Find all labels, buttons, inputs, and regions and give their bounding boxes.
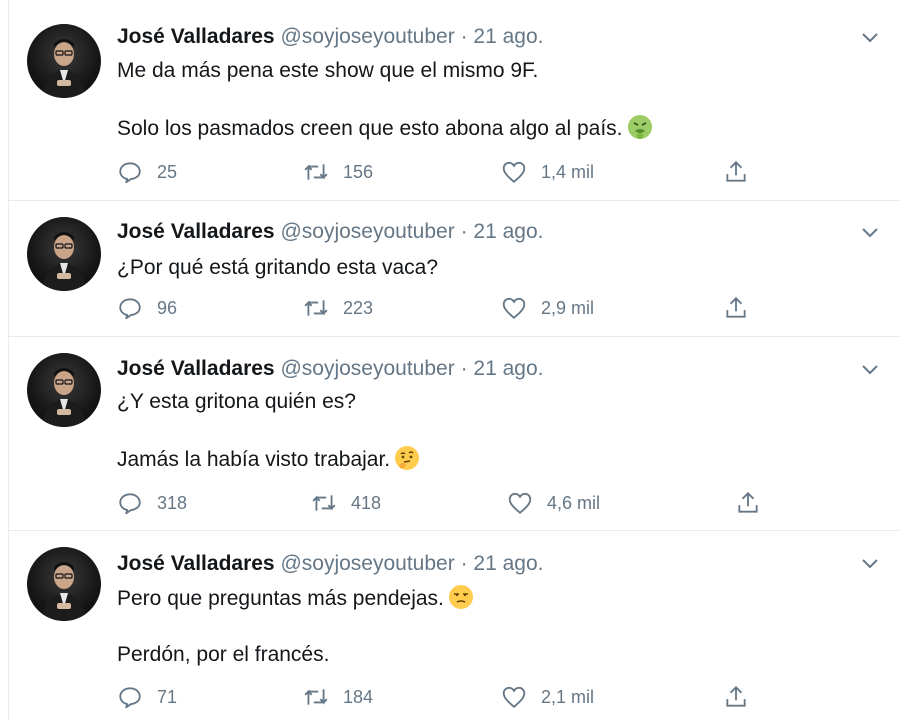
like-count: 4,6 mil [547, 492, 601, 513]
tweet-header: José Valladares @soyjoseyoutuber · 21 ag… [117, 551, 543, 577]
retweet-icon [304, 164, 328, 180]
tweet-paragraph-with-emoji: Pero que preguntas más pendejas. [117, 584, 474, 612]
heart-icon [502, 297, 526, 319]
like-button[interactable]: 2,9 mil [501, 293, 594, 323]
tweet[interactable]: José Valladares @soyjoseyoutuber · 21 ag… [8, 200, 900, 337]
chevron-down-icon[interactable] [860, 223, 880, 243]
tweet-paragraph: Jamás la había visto trabajar. [117, 448, 391, 471]
chevron-down-icon[interactable] [860, 554, 880, 574]
avatar[interactable] [27, 547, 101, 621]
retweet-count: 418 [351, 492, 382, 513]
share-icon [726, 296, 746, 318]
share-button[interactable] [735, 488, 761, 518]
reply-icon [119, 687, 141, 709]
reply-icon [119, 298, 141, 320]
reply-count: 25 [157, 161, 178, 182]
share-icon [726, 160, 746, 182]
reply-count: 318 [157, 492, 188, 513]
avatar[interactable] [27, 353, 101, 427]
like-count: 1,4 mil [541, 161, 595, 182]
separator-dot: · [460, 25, 468, 48]
tweet-header: José Valladares @soyjoseyoutuber · 21 ag… [117, 24, 543, 50]
tweet-date[interactable]: 21 ago. [473, 552, 543, 575]
like-button[interactable]: 1,4 mil [501, 157, 594, 187]
tweet-header: José Valladares @soyjoseyoutuber · 21 ag… [117, 356, 543, 382]
retweet-button[interactable]: 418 [311, 488, 381, 518]
like-button[interactable]: 4,6 mil [507, 488, 600, 518]
like-button[interactable]: 2,1 mil [501, 682, 594, 712]
tweet-actions: 96 223 2,9 mil [117, 293, 757, 323]
share-button[interactable] [723, 682, 749, 712]
reply-count: 96 [157, 297, 178, 318]
tweet-paragraph: ¿Por qué está gritando esta vaca? [117, 256, 439, 279]
author-handle[interactable]: @soyjoseyoutuber [280, 357, 454, 380]
avatar[interactable] [27, 24, 101, 98]
avatar[interactable] [27, 217, 101, 291]
share-icon [738, 491, 758, 513]
author-handle[interactable]: @soyjoseyoutuber [280, 552, 454, 575]
timeline: José Valladares @soyjoseyoutuber · 21 ag… [0, 0, 900, 720]
author-name[interactable]: José Valladares [117, 220, 275, 243]
reply-icon [119, 493, 141, 515]
tweet-text: ¿Por qué está gritando esta vaca? [117, 255, 438, 281]
tweet-actions: 25 156 1,4 mil [117, 157, 757, 187]
tweet-date[interactable]: 21 ago. [473, 357, 543, 380]
chevron-down-icon[interactable] [860, 360, 880, 380]
author-handle[interactable]: @soyjoseyoutuber [280, 220, 454, 243]
heart-icon [508, 492, 532, 514]
author-name[interactable]: José Valladares [117, 357, 275, 380]
tweet[interactable]: José Valladares @soyjoseyoutuber · 21 ag… [8, 336, 900, 531]
tweet-header: José Valladares @soyjoseyoutuber · 21 ag… [117, 219, 543, 245]
separator-dot: · [460, 552, 468, 575]
share-button[interactable] [723, 293, 749, 323]
tweet-paragraph-with-emoji: Jamás la había visto trabajar. [117, 445, 420, 473]
tweet-paragraph: Pero que preguntas más pendejas. [117, 587, 444, 610]
thinking-face-icon [395, 446, 420, 470]
tweet-actions: 318 418 4,6 mil [117, 488, 758, 518]
unamused-face-icon [448, 585, 473, 609]
tweet-paragraph: Me da más pena este show que el mismo 9F… [117, 59, 539, 82]
tweet-date[interactable]: 21 ago. [473, 220, 543, 243]
tweet-paragraph: ¿Y esta gritona quién es? [117, 390, 356, 413]
reply-button[interactable]: 71 [117, 682, 177, 712]
tweet-date[interactable]: 21 ago. [473, 25, 543, 48]
tweet[interactable]: José Valladares @soyjoseyoutuber · 21 ag… [8, 0, 900, 201]
tweet-paragraph: Solo los pasmados creen que esto abona a… [117, 117, 623, 140]
reply-button[interactable]: 318 [117, 488, 187, 518]
retweet-icon [304, 300, 328, 316]
reply-button[interactable]: 96 [117, 293, 177, 323]
heart-icon [502, 161, 526, 183]
nauseated-face-icon [627, 115, 652, 139]
tweet-text: Pero que preguntas más pendejas. Perdón,… [117, 584, 474, 668]
retweet-count: 184 [343, 686, 374, 707]
retweet-icon [312, 495, 336, 511]
author-name[interactable]: José Valladares [117, 25, 275, 48]
separator-dot: · [460, 220, 468, 243]
tweet-paragraph-with-emoji: Solo los pasmados creen que esto abona a… [117, 114, 653, 142]
share-button[interactable] [723, 157, 749, 187]
retweet-icon [304, 689, 328, 705]
share-icon [726, 685, 746, 707]
tweet-actions: 71 184 2,1 mil [117, 682, 757, 712]
retweet-count: 223 [343, 297, 374, 318]
heart-icon [502, 686, 526, 708]
reply-icon [119, 162, 141, 184]
author-handle[interactable]: @soyjoseyoutuber [280, 25, 454, 48]
tweet[interactable]: José Valladares @soyjoseyoutuber · 21 ag… [8, 530, 900, 720]
retweet-button[interactable]: 184 [303, 682, 373, 712]
retweet-button[interactable]: 223 [303, 293, 373, 323]
separator-dot: · [460, 357, 468, 380]
reply-button[interactable]: 25 [117, 157, 177, 187]
reply-count: 71 [157, 686, 178, 707]
tweet-text: Me da más pena este show que el mismo 9F… [117, 58, 653, 142]
retweet-button[interactable]: 156 [303, 157, 373, 187]
chevron-down-icon[interactable] [860, 28, 880, 48]
like-count: 2,9 mil [541, 297, 595, 318]
tweet-paragraph: Perdón, por el francés. [117, 643, 330, 666]
like-count: 2,1 mil [541, 686, 595, 707]
author-name[interactable]: José Valladares [117, 552, 275, 575]
tweet-text: ¿Y esta gritona quién es? Jamás la había… [117, 389, 420, 473]
retweet-count: 156 [343, 161, 374, 182]
